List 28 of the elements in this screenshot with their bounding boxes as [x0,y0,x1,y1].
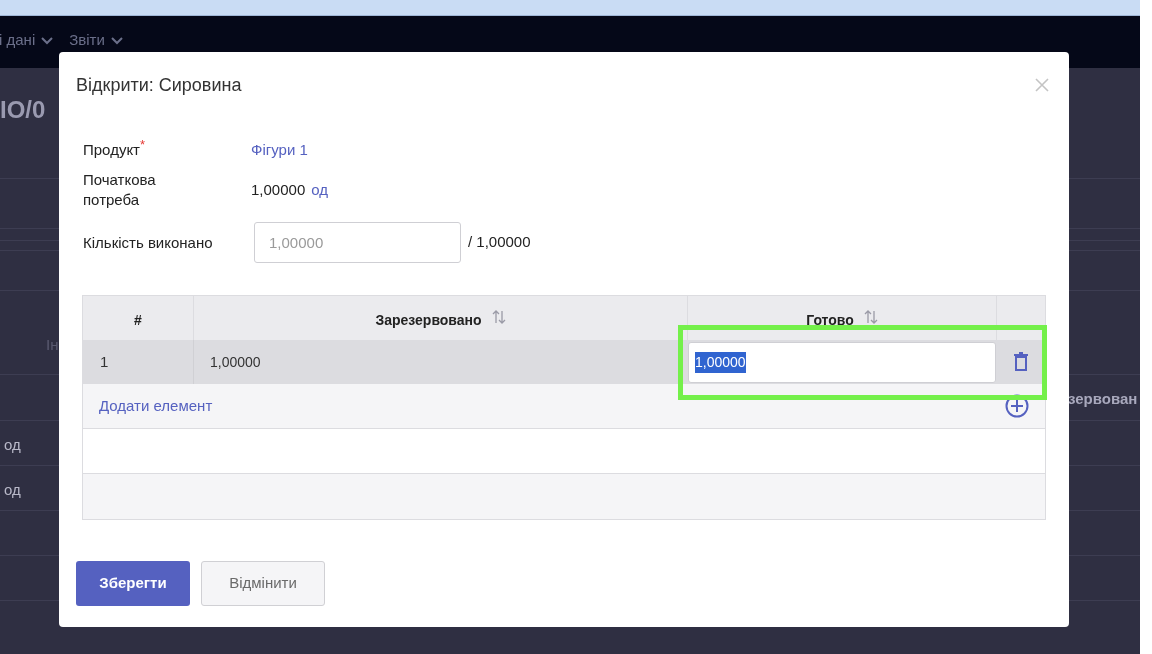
column-header: зервован [1068,389,1138,409]
field-label: Початкова потреба [83,170,157,210]
sort-icon[interactable] [863,309,878,325]
column-header[interactable]: Зарезервовано [375,309,482,331]
ready-input[interactable]: 1,00000 [688,341,996,383]
nav-menu[interactable]: і дані [0,29,54,52]
field-label: Продукт$^{*}$ [83,140,147,160]
chevron-down-icon [41,36,54,45]
page-heading: IO/0 [0,95,46,125]
close-icon[interactable] [1035,78,1049,92]
quantity-input[interactable]: 1,00000 [254,222,461,263]
unit-link[interactable]: од [311,178,328,202]
total-text: / 1,00000 [468,232,531,253]
product-link[interactable]: Фігури 1 [251,138,308,162]
field-label: Кількість виконано [83,232,214,253]
nav-menu[interactable]: Звіти [69,29,123,52]
reserved-cell-text: 1,00000 [209,352,262,372]
chevron-down-icon [110,36,123,45]
trash-icon[interactable] [1013,352,1029,372]
add-item-link[interactable]: Додати елемент [99,394,213,418]
quantity-value: 1,00000 [251,179,306,200]
unit-text: од [4,480,21,500]
sort-icon[interactable] [491,309,506,325]
save-button[interactable]: Зберегти [76,561,190,606]
column-header[interactable]: # [134,309,142,331]
unit-text: од [4,435,21,455]
dialog-title: Відкрити: Сировина [76,73,242,97]
cancel-button[interactable]: Відмінити [201,561,325,606]
